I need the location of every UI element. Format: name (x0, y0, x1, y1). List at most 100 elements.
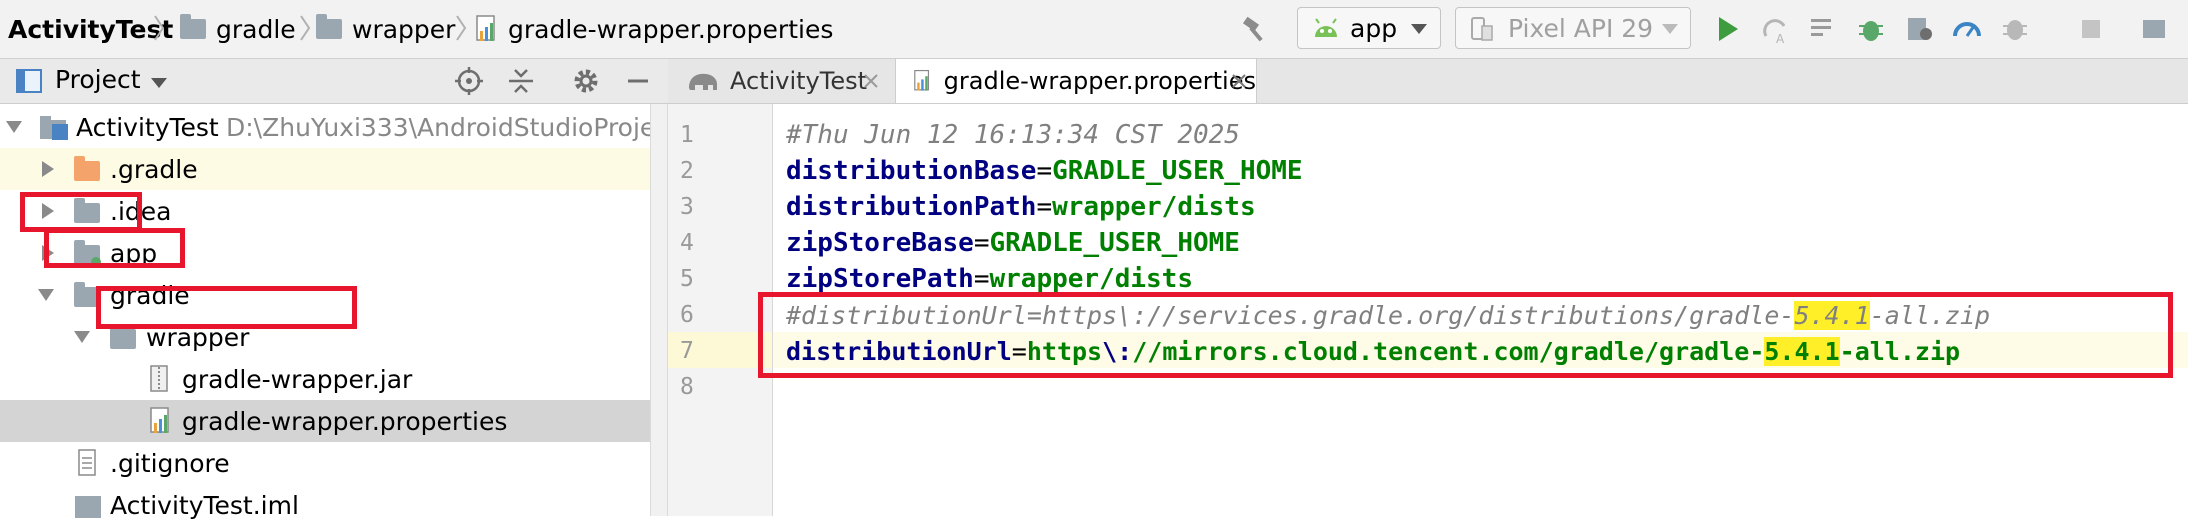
run-config-label: app (1350, 13, 1398, 43)
folder-icon (316, 14, 342, 39)
close-icon[interactable] (864, 74, 878, 88)
line-number: 2 (680, 158, 694, 184)
tree-item-label: ActivityTest (76, 112, 219, 142)
tree-item-dot-gradle[interactable]: .gradle (0, 148, 650, 190)
tab-label: gradle-wrapper.properties (943, 67, 1256, 95)
project-panel-title[interactable]: Project (55, 65, 141, 94)
annotation-box-wrapper (44, 228, 185, 268)
line-number: 1 (680, 122, 694, 148)
tree-item-label: ActivityTest.iml (110, 490, 299, 520)
properties-file-icon (476, 15, 495, 41)
property-key: zipStorePath (786, 264, 974, 294)
breadcrumb-wrapper[interactable]: wrapper (316, 0, 455, 58)
project-view-icon (16, 69, 42, 93)
property-separator: = (1036, 192, 1053, 222)
tree-item-activitytest-iml[interactable]: ActivityTest.iml (0, 484, 650, 526)
breadcrumb-file[interactable]: gradle-wrapper.properties (476, 0, 833, 58)
folder-icon (74, 156, 100, 181)
properties-file-icon (150, 407, 169, 433)
profiler-icon[interactable] (1952, 14, 1982, 44)
expand-arrow-icon[interactable] (74, 331, 90, 343)
hide-panel-icon[interactable] (624, 67, 652, 95)
hammer-icon[interactable] (1240, 14, 1270, 44)
chevron-down-icon[interactable] (150, 77, 168, 89)
module-folder-icon (40, 116, 68, 140)
project-tree: ActivityTest D:\ZhuYuxi333\AndroidStudio… (0, 104, 700, 520)
panel-splitter[interactable] (650, 104, 668, 516)
device-dropdown[interactable]: Pixel API 29 (1455, 7, 1691, 49)
breadcrumb-gradle[interactable]: gradle (180, 0, 296, 58)
folder-icon (110, 324, 136, 349)
breadcrumb-separator-icon (456, 15, 467, 41)
breadcrumb-label: ActivityTest (8, 14, 174, 44)
chevron-down-icon (1411, 24, 1427, 34)
apply-changes-icon[interactable]: A (1760, 14, 1790, 44)
tab-activitytest[interactable]: ActivityTest (668, 59, 895, 103)
annotation-box-properties-file (96, 286, 357, 329)
apply-code-changes-icon[interactable] (1808, 14, 1838, 44)
breadcrumb-separator-icon (300, 15, 311, 41)
tree-item-gradle-wrapper-jar[interactable]: gradle-wrapper.jar (0, 358, 650, 400)
coverage-icon[interactable] (1904, 14, 1934, 44)
breadcrumb-label: gradle (216, 14, 296, 44)
tree-item-label: .gradle (110, 154, 198, 184)
device-label: Pixel API 29 (1508, 13, 1654, 43)
tree-item-label: gradle-wrapper.jar (182, 364, 413, 394)
property-value: wrapper/dists (1052, 192, 1256, 222)
line-number: 7 (680, 338, 694, 364)
text-file-icon (78, 449, 96, 476)
device-icon (1471, 17, 1493, 41)
expand-arrow-icon[interactable] (42, 161, 54, 177)
code-line-2[interactable]: distributionBase = GRADLE_USER_HOME (786, 153, 1303, 189)
tree-item-label: .gitignore (110, 448, 230, 478)
property-separator: = (973, 228, 990, 258)
sync-project-icon[interactable] (2140, 14, 2170, 44)
breadcrumb-project[interactable]: ActivityTest (8, 0, 173, 58)
line-number: 3 (680, 194, 694, 220)
debug-icon[interactable] (1856, 14, 1886, 44)
tree-item-path: D:\ZhuYuxi333\AndroidStudioProjects\ (226, 112, 701, 142)
editor-tab-bar: ActivityTest gradle-wrapper.properties (668, 59, 2188, 104)
tree-item-gradle-wrapper-properties[interactable]: gradle-wrapper.properties (0, 400, 668, 442)
gradle-elephant-icon (689, 73, 717, 90)
code-line-4[interactable]: zipStoreBase = GRADLE_USER_HOME (786, 225, 1240, 261)
locate-icon[interactable] (455, 67, 483, 95)
property-key: distributionBase (786, 156, 1037, 186)
attach-debugger-icon[interactable] (2000, 14, 2030, 44)
code-comment: #Thu Jun 12 16:13:34 CST 2025 (786, 120, 1240, 150)
property-value: GRADLE_USER_HOME (989, 228, 1240, 258)
breadcrumb-label: wrapper (352, 14, 456, 44)
tab-label: ActivityTest (730, 67, 868, 95)
navigation-bar: ActivityTest gradle wrapper gradle-wrapp… (0, 0, 2188, 59)
expand-arrow-icon[interactable] (38, 289, 54, 301)
android-icon (1315, 18, 1337, 37)
line-number: 4 (680, 230, 694, 256)
folder-icon (180, 14, 206, 39)
property-value: GRADLE_USER_HOME (1052, 156, 1303, 186)
breadcrumb-separator-icon (154, 15, 165, 41)
run-config-dropdown[interactable]: app (1297, 7, 1441, 49)
chevron-down-icon (1662, 24, 1678, 34)
collapse-all-icon[interactable] (507, 67, 535, 95)
annotation-box-distribution-url (758, 292, 2173, 378)
line-number: 8 (680, 374, 694, 400)
stop-icon[interactable] (2076, 14, 2106, 44)
project-panel-header: Project (0, 59, 668, 104)
annotation-box-gradle (20, 192, 142, 232)
gear-icon[interactable] (572, 67, 600, 95)
properties-file-icon (914, 69, 930, 91)
svg-text:A: A (1776, 32, 1785, 44)
run-icon[interactable] (1712, 14, 1742, 44)
property-value: wrapper/dists (989, 264, 1194, 294)
line-number: 6 (680, 302, 694, 328)
expand-arrow-icon[interactable] (6, 121, 22, 133)
breadcrumb-label: gradle-wrapper.properties (508, 14, 834, 44)
tree-item-gitignore[interactable]: .gitignore (0, 442, 650, 484)
tree-item-label: gradle-wrapper.properties (182, 406, 508, 436)
close-icon[interactable] (1232, 74, 1246, 88)
code-line-1[interactable]: #Thu Jun 12 16:13:34 CST 2025 (786, 117, 1240, 153)
tab-gradle-wrapper-properties[interactable]: gradle-wrapper.properties (895, 59, 1257, 103)
tree-item-project-root[interactable]: ActivityTest D:\ZhuYuxi333\AndroidStudio… (0, 106, 700, 148)
code-line-3[interactable]: distributionPath = wrapper/dists (786, 189, 1256, 225)
jar-file-icon (150, 365, 168, 392)
